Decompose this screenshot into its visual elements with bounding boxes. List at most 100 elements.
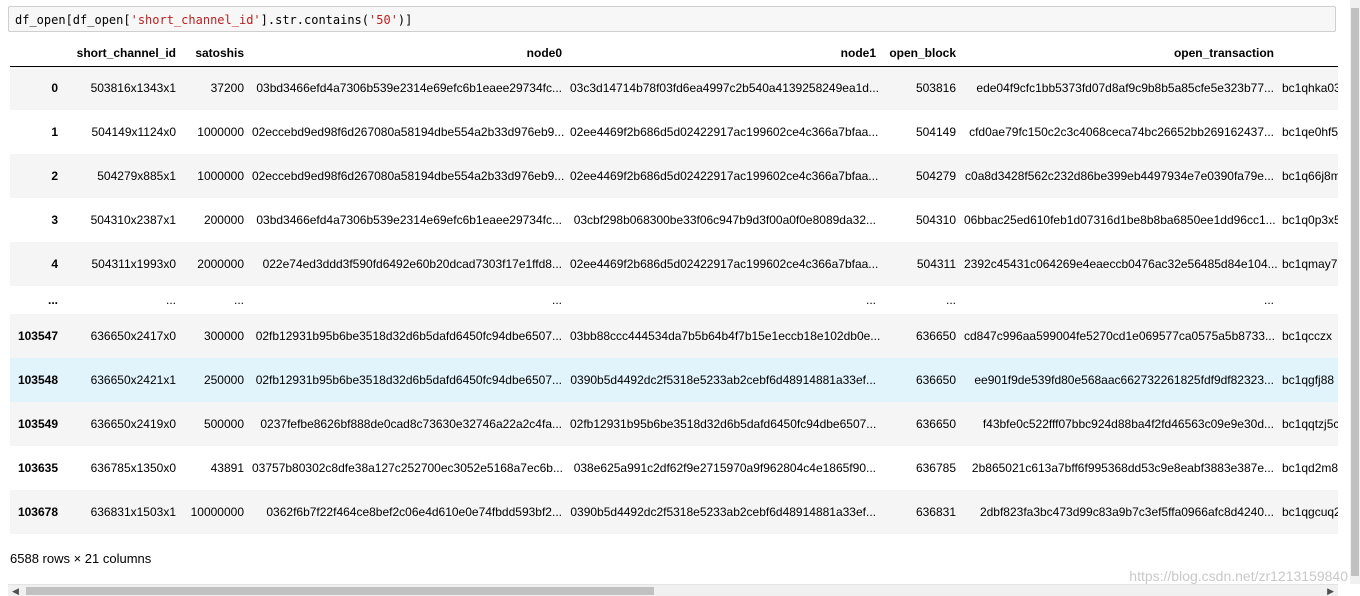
- table-cell: 02fb12931b95b6be3518d32d6b5dafd6450fc94d…: [255, 373, 562, 387]
- table-cell: bc1qcczx: [1282, 329, 1333, 343]
- table-cell: 03bd3466efd4a7306b539e2314e69efc6b1eaee2…: [256, 213, 562, 227]
- table-cell: ee901f9de539fd80e568aac662732261825fdf9d…: [974, 373, 1274, 387]
- table-cell: 1000000: [197, 169, 244, 183]
- row-index: 2: [51, 169, 58, 183]
- code-input-cell[interactable]: df_open[df_open['short_channel_id'].str.…: [8, 6, 1336, 32]
- table-row: 103678 636831x1503x1 10000000 0362f6b7f22f4…: [10, 490, 1338, 534]
- dataframe-shape-summary: 6588 rows × 21 columns: [10, 551, 152, 566]
- table-cell: ...: [233, 293, 244, 307]
- table-cell: 2b865021c613a7bff6f995368dd53c9e8eabf388…: [971, 461, 1274, 475]
- vertical-scrollbar[interactable]: [1350, 0, 1360, 584]
- table-cell: 504310x2387x1: [90, 213, 176, 227]
- table-cell: 1000000: [197, 125, 244, 139]
- table-cell: 02eccebd9ed98f6d267080a58194dbe554a2b33d…: [252, 125, 565, 139]
- table-cell: 300000: [203, 329, 244, 343]
- column-header: short_channel_id: [62, 40, 180, 67]
- table-cell: 636831: [915, 505, 956, 519]
- table-cell: 03bb88ccc444534da7b5b64b4f7b15e1eccb18e1…: [570, 329, 880, 343]
- table-cell: 504311: [916, 257, 956, 271]
- table-cell: 022e74ed3ddd3f590fd6492e60b20dcad7303f17…: [262, 257, 562, 271]
- table-cell: 503816x1343x1: [90, 81, 176, 96]
- row-index: ...: [47, 293, 58, 307]
- table-cell: ...: [945, 293, 956, 307]
- table-cell: 02ee4469f2b686d5d02422917ac199602ce4c366…: [570, 125, 879, 139]
- table-cell: 503816: [915, 81, 956, 96]
- table-cell: 03bd3466efd4a7306b539e2314e69efc6b1eaee2…: [256, 81, 562, 96]
- column-header: open_transaction: [960, 40, 1278, 67]
- row-index: 103678: [17, 505, 58, 519]
- table-cell: ...: [165, 293, 176, 307]
- table-cell: 504149x1124x0: [91, 125, 176, 139]
- table-cell: bc1qe0hf5jy4: [1282, 125, 1338, 139]
- row-index: 3: [51, 213, 58, 227]
- watermark-text: https://blog.csdn.net/zr1213159840: [1129, 568, 1348, 584]
- table-row: 4 504311x1993x0 2000000 022e74ed3ddd3f590fd…: [10, 242, 1338, 286]
- table-cell: 2000000: [197, 257, 244, 271]
- table-cell: ...: [865, 293, 876, 307]
- table-cell: 504311x1993x0: [91, 257, 176, 271]
- table-cell: ...: [551, 293, 562, 307]
- table-cell: bc1qmay796: [1282, 257, 1338, 271]
- dataframe-output: short_channel_id satoshis node0 node1 open_b…: [10, 40, 1338, 540]
- table-cell: 636650x2421x1: [90, 373, 176, 387]
- column-header: [10, 40, 62, 67]
- table-cell: 03757b80302c8dfe38a127c252700ec3052e5168…: [252, 461, 563, 475]
- table-row: 0 503816x1343x1 37200 03bd3466efd4a7306b539…: [10, 66, 1338, 110]
- table-cell: 43891: [210, 461, 244, 475]
- table-cell: 250000: [203, 373, 244, 387]
- table-cell: bc1q66j8m: [1282, 169, 1338, 183]
- table-cell: 03c3d14714b78f03fd6ea4997c2b540a41392582…: [570, 81, 879, 96]
- dataframe-table: short_channel_id satoshis node0 node1 open_b…: [10, 40, 1338, 534]
- table-cell: 500000: [203, 417, 244, 431]
- table-cell: cfd0ae79fc150c2c3c4068ceca74bc26652bb269…: [969, 125, 1274, 139]
- table-row: 103635 636785x1350x0 43891 03757b80302c8dfe…: [10, 446, 1338, 490]
- table-cell: bc1qd2m8: [1282, 461, 1338, 475]
- table-row: .....................: [10, 286, 1338, 314]
- table-cell: 03cbf298b068300be33f06c947b9d3f00a0f0e80…: [573, 213, 876, 227]
- table-cell: 504279: [915, 169, 956, 183]
- table-cell: cd847c996aa599004fe5270cd1e069577ca0575a…: [964, 329, 1275, 343]
- column-header: open_block: [880, 40, 960, 67]
- table-cell: [1278, 286, 1338, 314]
- table-cell: 504149: [915, 125, 956, 139]
- table-row: 103547 636650x2417x0 300000 02fb12931b95b6b…: [10, 314, 1338, 358]
- table-cell: 06bbac25ed610feb1d07316d1be8b8ba6850ee1d…: [964, 213, 1276, 227]
- table-cell: 02eccebd9ed98f6d267080a58194dbe554a2b33d…: [252, 169, 565, 183]
- horizontal-scroll-thumb[interactable]: [26, 587, 654, 595]
- table-cell: 504279x885x1: [97, 169, 176, 183]
- table-cell: 02fb12931b95b6be3518d32d6b5dafd6450fc94d…: [255, 329, 562, 343]
- table-row: 103548 636650x2421x1 250000 02fb12931b95b6b…: [10, 358, 1338, 402]
- table-row: 3 504310x2387x1 200000 03bd3466efd4a7306b53…: [10, 198, 1338, 242]
- table-cell: bc1q0p3x5: [1282, 213, 1338, 227]
- horizontal-scrollbar[interactable]: ◀ ▶: [8, 584, 1338, 596]
- column-header: node1: [566, 40, 880, 67]
- row-index: 103635: [17, 461, 58, 475]
- table-cell: 636650x2419x0: [90, 417, 176, 431]
- row-index: 103547: [17, 329, 58, 343]
- table-cell: 0390b5d4492dc2f5318e5233ab2cebf6d4891488…: [570, 373, 876, 387]
- table-cell: 0390b5d4492dc2f5318e5233ab2cebf6d4891488…: [570, 505, 876, 519]
- table-cell: 038e625a991c2df62f9e2715970a9f962804c4e1…: [573, 461, 876, 475]
- table-cell: ...: [1263, 293, 1274, 307]
- header-row: short_channel_id satoshis node0 node1 open_b…: [10, 40, 1338, 67]
- table-cell: 636650: [915, 417, 956, 431]
- table-cell: 200000: [203, 213, 244, 227]
- row-index: 0: [51, 81, 58, 96]
- table-cell: 10000000: [190, 505, 244, 519]
- table-cell: ede04f9cfc1bb5373fd07d8af9c9b8b5a85cfe5e…: [976, 81, 1274, 96]
- table-cell: 02ee4469f2b686d5d02422917ac199602ce4c366…: [570, 169, 879, 183]
- table-cell: 0362f6b7f22f464ce8bef2c06e4d610e0e74fbdd…: [266, 505, 562, 519]
- row-index: 1: [51, 125, 58, 139]
- table-cell: 02ee4469f2b686d5d02422917ac199602ce4c366…: [570, 257, 879, 271]
- column-header: satoshis: [180, 40, 248, 67]
- row-index: 103548: [17, 373, 58, 387]
- table-cell: 2dbf823fa3bc473d99c83a9b7c3ef5ffa0966afc…: [979, 505, 1274, 519]
- column-header: node0: [248, 40, 566, 67]
- table-cell: 02fb12931b95b6be3518d32d6b5dafd6450fc94d…: [570, 417, 877, 431]
- table-cell: 636650: [915, 373, 956, 387]
- table-cell: 636831x1503x1: [90, 505, 176, 519]
- table-cell: 636785x1350x0: [90, 461, 176, 475]
- table-row: 2 504279x885x1 1000000 02eccebd9ed98f6d2670…: [10, 154, 1338, 198]
- vertical-scroll-thumb[interactable]: [1351, 8, 1359, 576]
- table-cell: 2392c45431c064269e4eaeccb0476ac32e56485d…: [964, 257, 1278, 271]
